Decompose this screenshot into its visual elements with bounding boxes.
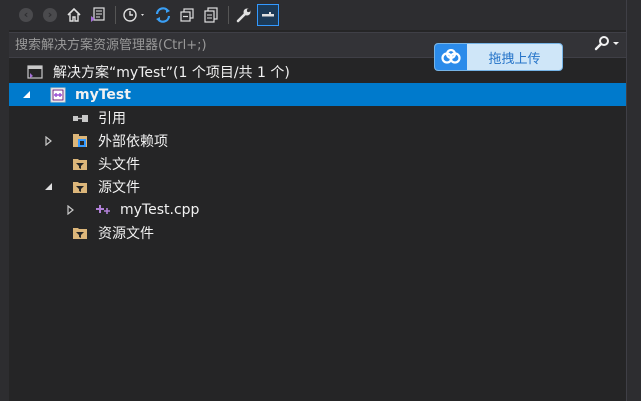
- back-arrow-icon: ‹: [19, 8, 33, 22]
- tree-item-source-files[interactable]: 源文件: [9, 175, 626, 198]
- filter-folder-icon: [72, 156, 88, 172]
- tree-item-project[interactable]: myTest: [9, 83, 626, 106]
- tree-item-label: 解决方案“myTest”(1 个项目/共 1 个): [53, 64, 290, 81]
- solution-tree: 解决方案“myTest”(1 个项目/共 1 个) myTest 引用 外部依赖…: [9, 60, 626, 244]
- forward-button[interactable]: ›: [39, 4, 61, 26]
- wrench-icon: [236, 8, 251, 23]
- tree-item-header-files[interactable]: 头文件: [9, 152, 626, 175]
- properties-button[interactable]: [233, 4, 255, 26]
- collapse-all-button[interactable]: [176, 4, 198, 26]
- toolbar-separator: [115, 6, 116, 24]
- tree-item-label: 头文件: [98, 156, 140, 173]
- show-all-files-button[interactable]: [200, 4, 222, 26]
- cloud-icon: [435, 44, 467, 70]
- visual-studio-icon: [91, 7, 105, 22]
- collapsed-triangle-icon[interactable]: [43, 135, 55, 147]
- search-icon: [594, 36, 609, 51]
- solution-explorer-toolbar: ‹ ›: [9, 0, 626, 30]
- back-button[interactable]: ‹: [15, 4, 37, 26]
- tree-item-label: 外部依赖项: [98, 133, 168, 150]
- show-all-files-icon: [204, 7, 218, 23]
- chevron-down-icon: [613, 42, 619, 45]
- expanded-triangle-icon[interactable]: [21, 89, 33, 101]
- external-dependencies-icon: [72, 133, 88, 149]
- tree-item-label: myTest: [75, 86, 131, 103]
- collapse-all-icon: [180, 8, 194, 22]
- collapsed-triangle-icon[interactable]: [65, 204, 77, 216]
- tree-item-external-dependencies[interactable]: 外部依赖项: [9, 129, 626, 152]
- filter-folder-icon: [72, 225, 88, 241]
- upload-label: 拖拽上传: [488, 51, 541, 67]
- preview-selected-icon: [262, 12, 274, 17]
- tree-item-source-file[interactable]: myTest.cpp: [9, 198, 626, 221]
- left-edge: [0, 0, 9, 401]
- toolbar-separator: [228, 6, 229, 24]
- pending-changes-filter-button[interactable]: [120, 4, 150, 26]
- cpp-project-icon: [50, 87, 66, 103]
- tree-item-references[interactable]: 引用: [9, 106, 626, 129]
- search-options-button[interactable]: [594, 35, 620, 51]
- tree-item-resource-files[interactable]: 资源文件: [9, 221, 626, 244]
- home-icon: [67, 7, 81, 22]
- tree-item-label: 引用: [98, 110, 126, 127]
- switch-views-button[interactable]: [87, 4, 109, 26]
- preview-selected-items-button[interactable]: [257, 4, 279, 26]
- tree-item-label: myTest.cpp: [120, 201, 200, 218]
- sync-with-active-document-button[interactable]: [152, 4, 174, 26]
- home-button[interactable]: [63, 4, 85, 26]
- tree-item-label: 资源文件: [98, 225, 154, 242]
- solution-explorer-panel: ‹ › 搜索解决方案资源管理器(Ctrl+;) 解决方案“myTest”(1 个…: [9, 0, 626, 401]
- right-edge-tabs: [626, 0, 641, 401]
- sync-icon: [155, 7, 171, 23]
- history-icon: [123, 8, 144, 22]
- references-icon: [72, 110, 88, 126]
- forward-arrow-icon: ›: [43, 8, 57, 22]
- tree-item-label: 源文件: [98, 179, 140, 196]
- solution-icon: [27, 64, 43, 80]
- filter-folder-icon: [72, 179, 88, 195]
- cpp-file-icon: [95, 202, 111, 218]
- expanded-triangle-icon[interactable]: [43, 181, 55, 193]
- drag-upload-button[interactable]: 拖拽上传: [434, 43, 563, 71]
